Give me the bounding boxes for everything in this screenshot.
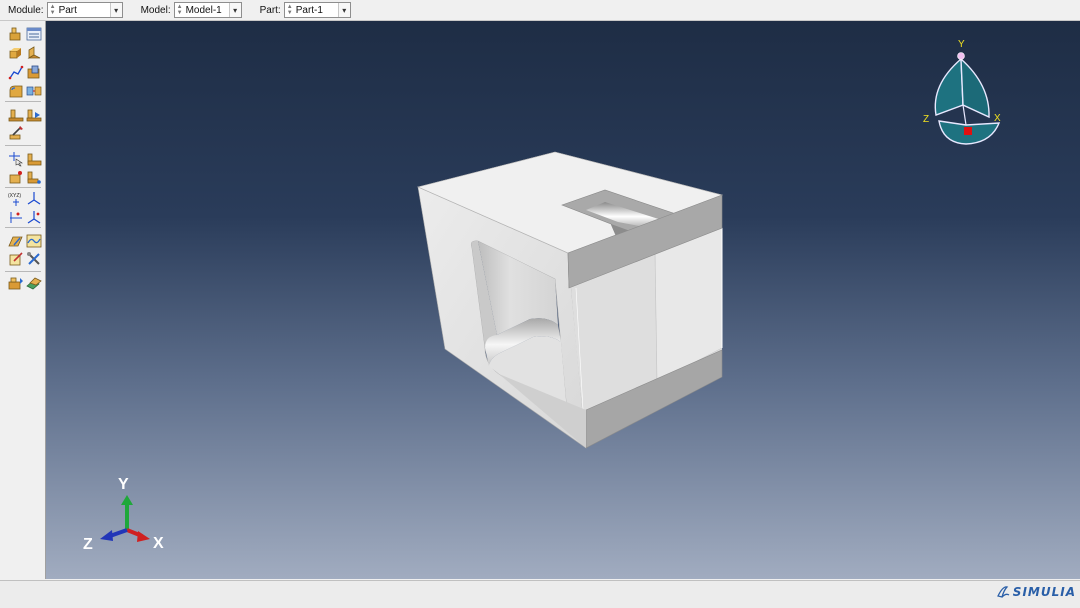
simulia-logo: SIMULIA xyxy=(996,585,1076,599)
model-selector: Model: ▲ ▼ Model-1 ▾ xyxy=(133,2,242,18)
datum-offset-icon[interactable] xyxy=(8,209,24,225)
module-dropdown-icon[interactable]: ▾ xyxy=(109,3,122,17)
create-part-icon[interactable] xyxy=(8,26,24,42)
copy-part-icon[interactable] xyxy=(26,275,42,291)
view-cube-y-label: Y xyxy=(958,39,965,50)
assign-section-icon[interactable] xyxy=(8,275,24,291)
triad-z-label: Z xyxy=(83,536,93,553)
view-cube-x-label: X xyxy=(994,113,1001,124)
datum-point-icon[interactable] xyxy=(8,169,24,185)
datum-axis-icon[interactable] xyxy=(26,169,42,185)
brand-text: SIMULIA xyxy=(1012,585,1076,599)
datum-rotate-icon[interactable] xyxy=(26,209,42,225)
create-solid-extrude-icon[interactable] xyxy=(8,45,24,61)
query-tool-icon[interactable] xyxy=(8,151,24,167)
coordinate-triad: Y X Z xyxy=(83,476,164,553)
part-value: Part-1 xyxy=(295,4,323,16)
model-spin-icon[interactable]: ▲ ▼ xyxy=(177,4,184,16)
triad-y-label: Y xyxy=(118,476,129,493)
create-datum-icon[interactable] xyxy=(26,83,42,99)
create-round-icon[interactable] xyxy=(8,83,24,99)
ds-logo-icon xyxy=(996,586,1010,598)
part-toolbox: (XYZ) xyxy=(0,21,46,579)
model-value: Model-1 xyxy=(185,4,222,16)
view-cube-z-label: Z xyxy=(923,114,929,125)
tools-icon[interactable] xyxy=(26,251,42,267)
context-bar: Module: ▲ ▼ Part ▾ Model: ▲ ▼ Model-1 ▾ Pa… xyxy=(0,0,1080,21)
view-cube-left-petal xyxy=(934,57,964,116)
part-spin-icon[interactable]: ▲ ▼ xyxy=(287,4,294,16)
viewport[interactable]: Y X Z Y X Z xyxy=(46,21,1080,579)
part-label: Part: xyxy=(259,4,281,16)
part-combo[interactable]: ▲ ▼ Part-1 ▾ xyxy=(283,2,351,18)
svg-text:(XYZ): (XYZ) xyxy=(8,193,21,199)
partition-face-icon[interactable] xyxy=(8,107,24,123)
partition-cell-icon[interactable] xyxy=(26,107,42,123)
edit-feature-icon[interactable] xyxy=(8,251,24,267)
repair-edit-icon[interactable] xyxy=(8,125,24,141)
triad-axes-icon[interactable] xyxy=(26,191,42,207)
create-wire-icon[interactable] xyxy=(8,64,24,80)
part-manager-icon[interactable] xyxy=(26,26,42,42)
datum-csys-icon[interactable]: (XYZ) xyxy=(8,191,24,207)
model-dropdown-icon[interactable]: ▾ xyxy=(228,3,241,17)
part-selector: Part: ▲ ▼ Part-1 ▾ xyxy=(252,2,351,18)
module-spin-icon[interactable]: ▲ ▼ xyxy=(50,4,57,16)
module-combo[interactable]: ▲ ▼ Part ▾ xyxy=(46,2,123,18)
part-dropdown-icon[interactable]: ▾ xyxy=(337,3,350,17)
module-label: Module: xyxy=(8,4,44,16)
model-combo[interactable]: ▲ ▼ Model-1 ▾ xyxy=(173,2,242,18)
triad-x-label: X xyxy=(153,535,164,552)
module-value: Part xyxy=(58,4,77,16)
sketch-icon[interactable] xyxy=(8,233,24,249)
datum-plane-icon[interactable] xyxy=(26,151,42,167)
module-selector: Module: ▲ ▼ Part ▾ xyxy=(0,2,123,18)
model-label: Model: xyxy=(140,4,171,16)
status-strip: SIMULIA xyxy=(0,580,1080,608)
view-cube[interactable]: Y X Z xyxy=(919,37,1009,149)
create-shell-icon[interactable] xyxy=(26,45,42,61)
sketch-curve-icon[interactable] xyxy=(26,233,42,249)
view-cube-right-petal xyxy=(960,57,990,119)
create-cut-icon[interactable] xyxy=(26,64,42,80)
